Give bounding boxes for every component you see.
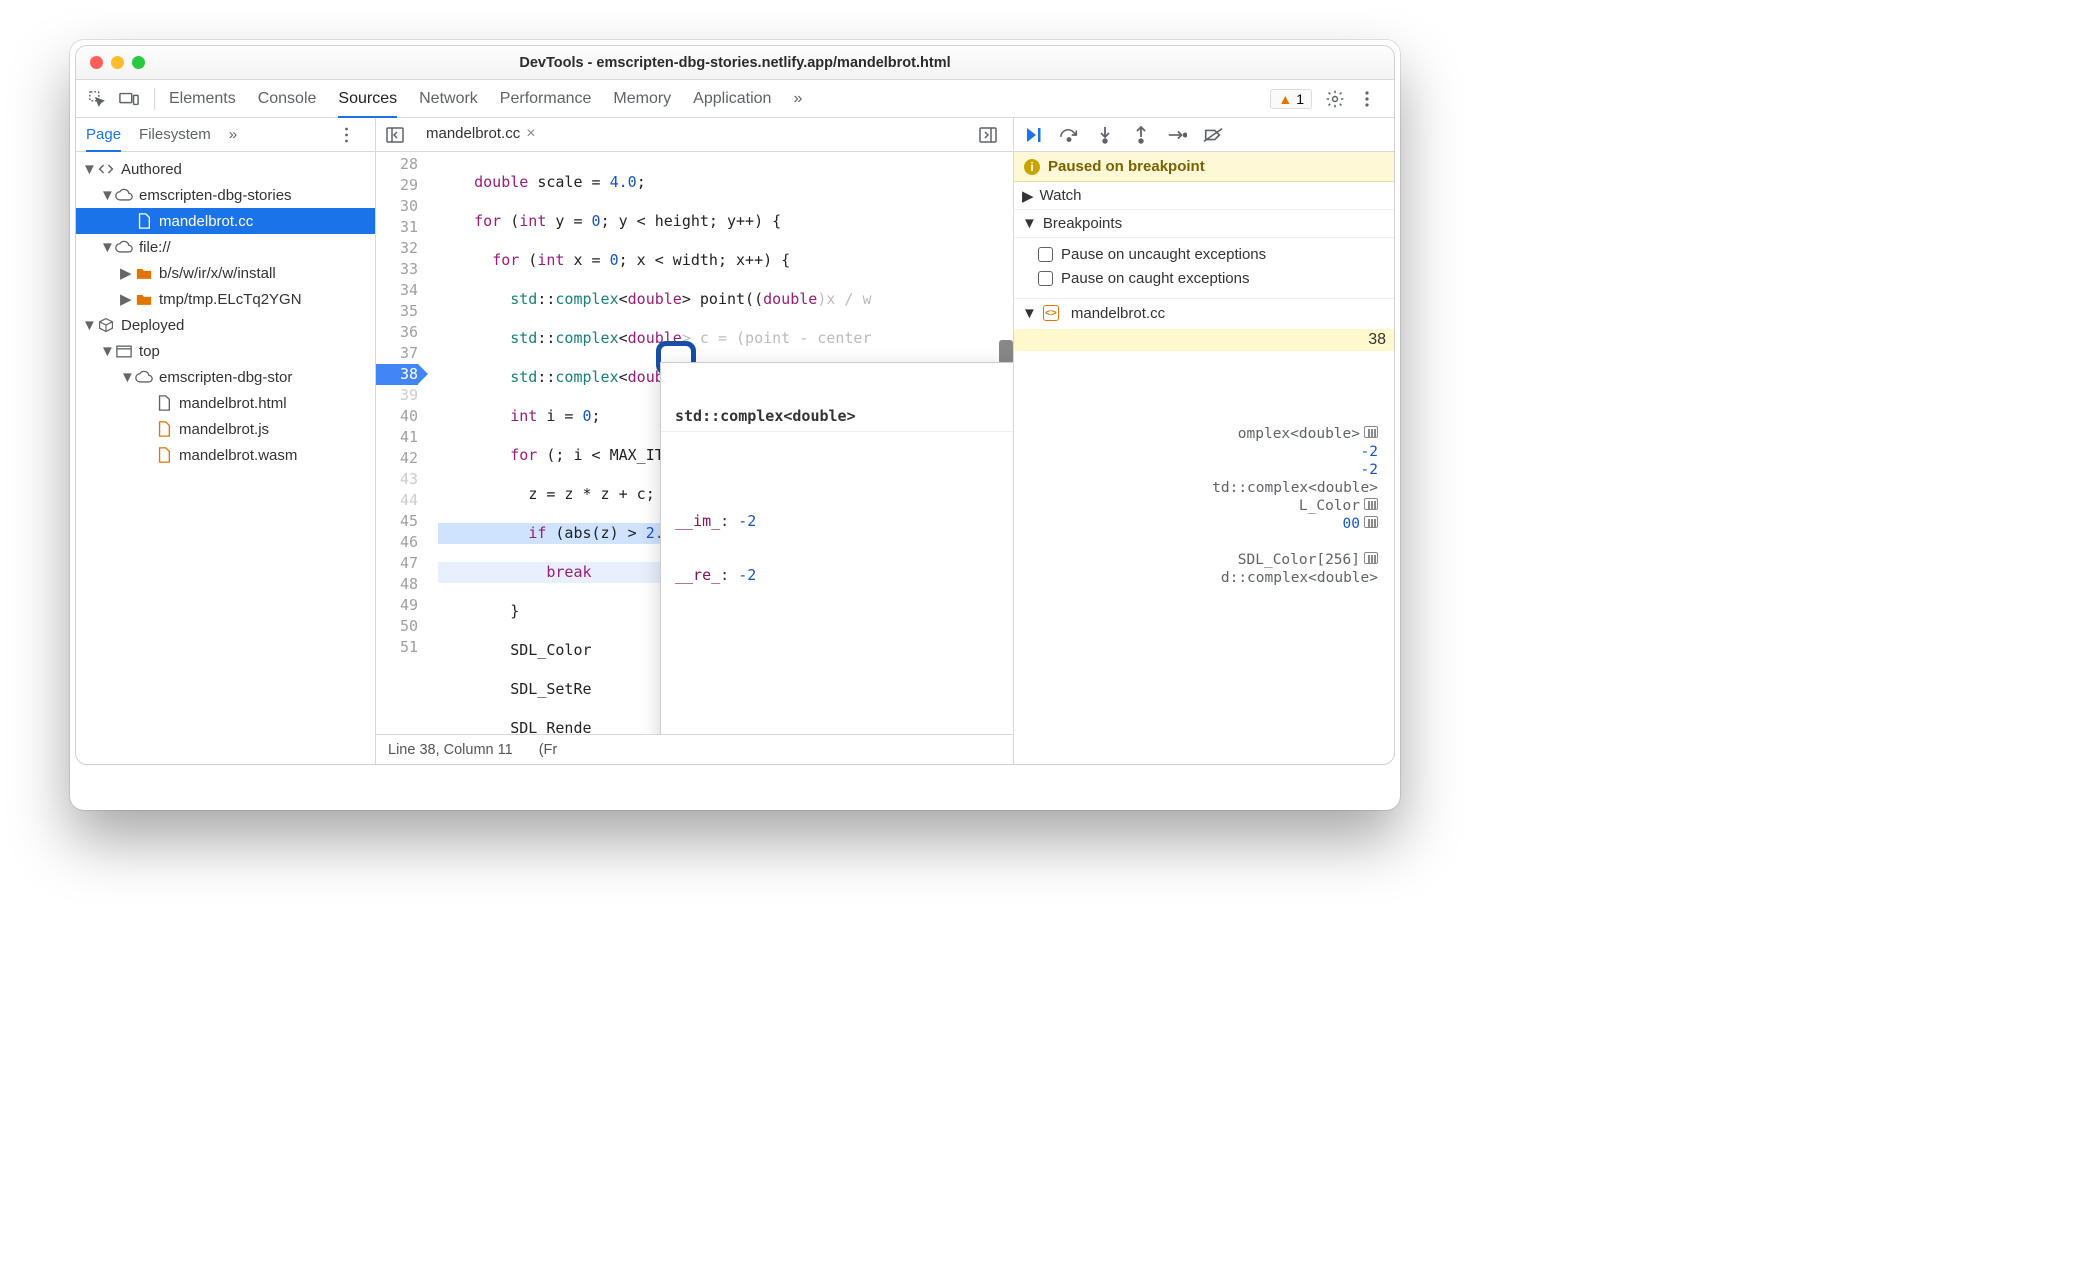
status-bar: Line 38, Column 11 (Fr bbox=[376, 734, 1013, 764]
nav-kebab-icon[interactable] bbox=[333, 122, 359, 148]
tree-file-html[interactable]: mandelbrot.html bbox=[76, 390, 375, 416]
memory-icon[interactable] bbox=[1364, 516, 1378, 528]
file-tree: ▼Authored ▼emscripten-dbg-stories mandel… bbox=[76, 152, 375, 764]
inspect-icon[interactable] bbox=[84, 86, 110, 112]
tab-elements[interactable]: Elements bbox=[169, 80, 236, 117]
nav-tab-page[interactable]: Page bbox=[86, 118, 121, 151]
file-icon bbox=[155, 394, 173, 412]
pause-uncaught-checkbox[interactable]: Pause on uncaught exceptions bbox=[1038, 242, 1386, 266]
tab-network[interactable]: Network bbox=[419, 80, 478, 117]
scroll-indicator bbox=[999, 340, 1013, 364]
nav-tab-filesystem[interactable]: Filesystem bbox=[139, 118, 211, 151]
toggle-navigator-icon[interactable] bbox=[382, 122, 408, 148]
bp-file-row[interactable]: ▼<>mandelbrot.cc bbox=[1014, 299, 1394, 327]
watch-section[interactable]: ▶Watch bbox=[1014, 182, 1394, 210]
step-button[interactable] bbox=[1166, 124, 1188, 146]
titlebar: DevTools - emscripten-dbg-stories.netlif… bbox=[76, 46, 1394, 80]
pause-caught-checkbox[interactable]: Pause on caught exceptions bbox=[1038, 266, 1386, 290]
step-over-button[interactable] bbox=[1058, 124, 1080, 146]
bp-line-badge[interactable]: 38 bbox=[1014, 329, 1394, 351]
tree-folder-tmp[interactable]: ▶tmp/tmp.ELcTq2YGN bbox=[76, 286, 375, 312]
tabs-more[interactable]: » bbox=[793, 80, 802, 117]
device-icon[interactable] bbox=[116, 86, 142, 112]
main-toolbar: Elements Console Sources Network Perform… bbox=[76, 80, 1394, 118]
tree-cloud-2[interactable]: ▼emscripten-dbg-stor bbox=[76, 364, 375, 390]
folder-icon bbox=[135, 264, 153, 282]
step-into-button[interactable] bbox=[1094, 124, 1116, 146]
memory-icon[interactable] bbox=[1364, 498, 1378, 510]
kebab-icon[interactable] bbox=[1354, 86, 1380, 112]
close-icon[interactable]: × bbox=[526, 125, 535, 143]
tree-authored[interactable]: ▼Authored bbox=[76, 156, 375, 182]
value-tooltip: std::complex<double> __im_: -2 __re_: -2 bbox=[660, 362, 1013, 734]
resume-button[interactable] bbox=[1022, 124, 1044, 146]
tree-file-proto[interactable]: ▼file:// bbox=[76, 234, 375, 260]
debug-toolbar bbox=[1014, 118, 1394, 152]
warnings-pill[interactable]: ▲ 1 bbox=[1270, 89, 1312, 109]
tree-cloud[interactable]: ▼emscripten-dbg-stories bbox=[76, 182, 375, 208]
cube-icon bbox=[97, 316, 115, 334]
panel-tabs: Elements Console Sources Network Perform… bbox=[169, 80, 802, 117]
breakpoints-section[interactable]: ▼Breakpoints bbox=[1014, 210, 1394, 238]
warning-count: 1 bbox=[1296, 91, 1304, 107]
pause-banner: i Paused on breakpoint bbox=[1014, 152, 1394, 182]
nav-tab-more[interactable]: » bbox=[229, 118, 237, 151]
cloud-icon bbox=[115, 186, 133, 204]
cursor-position: Line 38, Column 11 bbox=[388, 742, 513, 758]
code-editor[interactable]: 2829303132333435363738394041424344454647… bbox=[376, 152, 1013, 734]
file-icon bbox=[135, 212, 153, 230]
tree-deployed[interactable]: ▼Deployed bbox=[76, 312, 375, 338]
step-out-button[interactable] bbox=[1130, 124, 1152, 146]
code-lines[interactable]: double scale = 4.0; for (int y = 0; y < … bbox=[426, 152, 1013, 734]
tree-file-js[interactable]: mandelbrot.js bbox=[76, 416, 375, 442]
frame-icon bbox=[115, 342, 133, 360]
editor-tab-label: mandelbrot.cc bbox=[426, 125, 520, 142]
cpp-icon: <> bbox=[1043, 305, 1059, 321]
tree-file-mandelbrot-cc[interactable]: mandelbrot.cc bbox=[76, 208, 375, 234]
gutter[interactable]: 2829303132333435363738394041424344454647… bbox=[376, 152, 426, 734]
cloud-icon bbox=[115, 238, 133, 256]
toggle-debugger-icon[interactable] bbox=[975, 122, 1001, 148]
deactivate-breakpoints-button[interactable] bbox=[1202, 124, 1224, 146]
navigator-panel: Page Filesystem » ▼Authored ▼emscripten-… bbox=[76, 118, 376, 764]
tab-application[interactable]: Application bbox=[693, 80, 771, 117]
tab-performance[interactable]: Performance bbox=[500, 80, 592, 117]
tab-console[interactable]: Console bbox=[258, 80, 317, 117]
cloud-icon bbox=[135, 368, 153, 386]
tree-top[interactable]: ▼top bbox=[76, 338, 375, 364]
window-title: DevTools - emscripten-dbg-stories.netlif… bbox=[76, 55, 1394, 71]
debugger-panel: i Paused on breakpoint ▶Watch ▼Breakpoin… bbox=[1014, 118, 1394, 764]
tooltip-title: std::complex<double> bbox=[661, 399, 1013, 432]
status-extra: (Fr bbox=[539, 742, 558, 758]
editor-tab[interactable]: mandelbrot.cc × bbox=[420, 118, 542, 151]
tree-file-wasm[interactable]: mandelbrot.wasm bbox=[76, 442, 375, 468]
scope-section: omplex<double> -2 -2 td::complex<double>… bbox=[1014, 421, 1394, 587]
tab-sources[interactable]: Sources bbox=[338, 80, 397, 117]
tree-folder-install[interactable]: ▶b/s/w/ir/x/w/install bbox=[76, 260, 375, 286]
folder-icon bbox=[135, 290, 153, 308]
gear-icon[interactable] bbox=[1322, 86, 1348, 112]
memory-icon[interactable] bbox=[1364, 426, 1378, 438]
code-icon bbox=[97, 160, 115, 178]
file-icon bbox=[155, 446, 173, 464]
window: DevTools - emscripten-dbg-stories.netlif… bbox=[75, 45, 1395, 765]
memory-icon[interactable] bbox=[1364, 552, 1378, 564]
file-icon bbox=[155, 420, 173, 438]
warning-icon: ▲ bbox=[1278, 91, 1292, 107]
tab-memory[interactable]: Memory bbox=[613, 80, 671, 117]
editor-panel: mandelbrot.cc × 282930313233343536373839… bbox=[376, 118, 1014, 764]
info-icon: i bbox=[1024, 159, 1040, 175]
